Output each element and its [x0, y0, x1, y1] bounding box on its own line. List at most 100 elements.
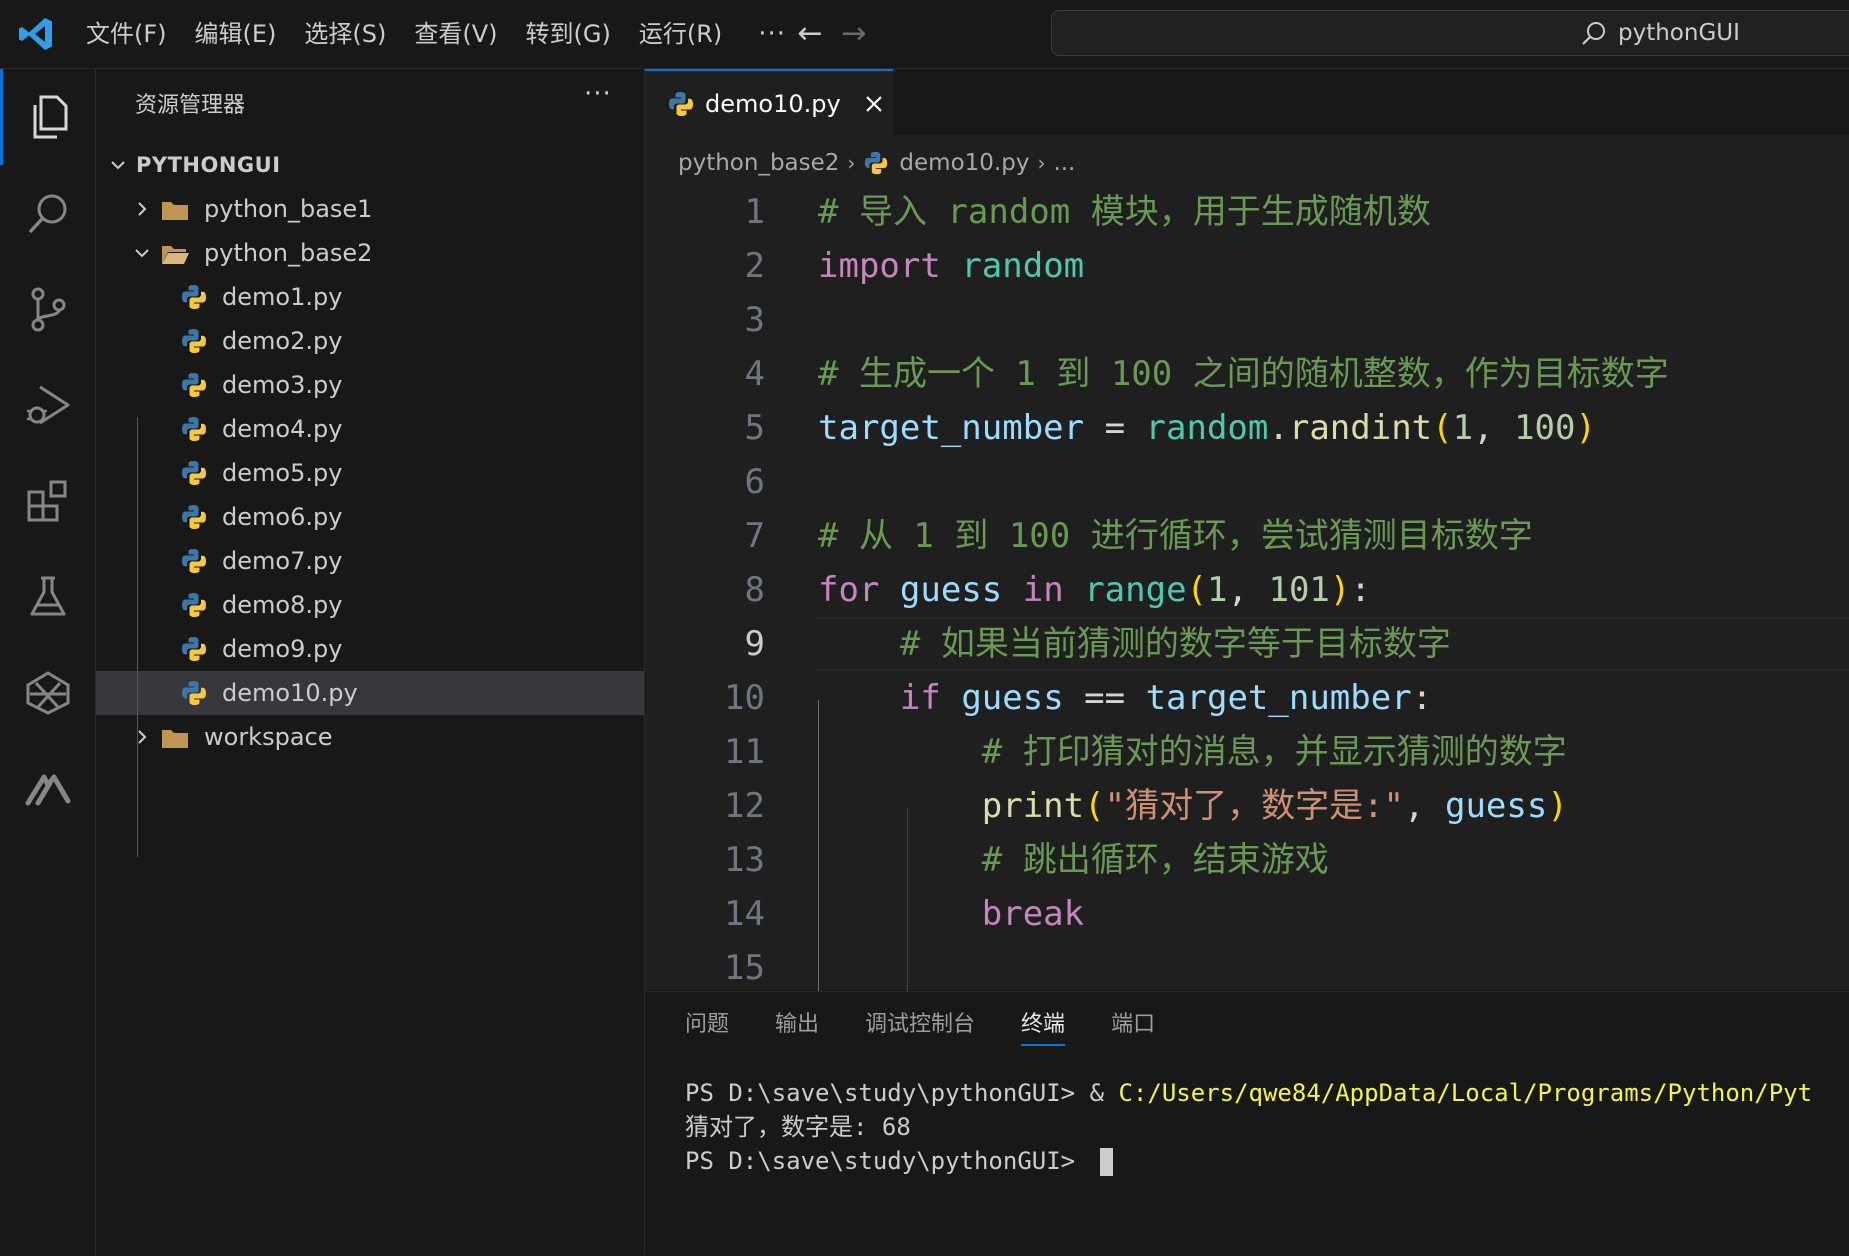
line-source: # 跳出循环，结束游戏: [818, 833, 1329, 887]
menu-item[interactable]: 编辑(E): [181, 0, 291, 68]
tab-label: demo10.py: [705, 89, 841, 118]
python-file-icon: [180, 547, 208, 575]
search-icon[interactable]: [0, 165, 95, 261]
file-item[interactable]: demo2.py: [96, 319, 644, 363]
explorer-icon[interactable]: [0, 69, 95, 165]
chevron-right-icon: ›: [1037, 151, 1046, 175]
close-icon[interactable]: [863, 93, 885, 115]
file-item[interactable]: demo5.py: [96, 451, 644, 495]
code-token: :: [1411, 678, 1433, 718]
code-editor[interactable]: python_base2 › demo10.py › ... 1 # 导入 ran…: [645, 135, 1849, 1018]
line-number: 12: [724, 786, 765, 826]
run-debug-icon[interactable]: [0, 357, 95, 453]
editor-tabs: demo10.py: [645, 69, 1849, 136]
code-token: "猜对了，数字是:": [1104, 786, 1405, 826]
file-label: demo10.py: [222, 679, 358, 707]
code-token: ): [1547, 786, 1568, 826]
breadcrumb-file[interactable]: demo10.py: [899, 150, 1029, 176]
source-control-icon[interactable]: [0, 261, 95, 357]
panel-tab[interactable]: 终端: [1021, 992, 1066, 1058]
code-token: target_number: [818, 408, 1085, 448]
code-token: random: [961, 246, 1085, 286]
file-label: demo7.py: [222, 547, 343, 575]
explorer-title: 资源管理器: [135, 93, 246, 118]
python-file-icon: [180, 459, 208, 487]
code-token: if: [899, 678, 941, 718]
file-label: demo5.py: [222, 459, 343, 487]
explorer-more-icon[interactable]: ···: [584, 79, 612, 109]
code-line: 4 # 生成一个 1 到 100 之间的随机整数，作为目标数字: [645, 347, 1849, 401]
code-token: guess: [899, 570, 1003, 610]
code-token: # 打印猜对的消息，并显示猜测的数字: [981, 732, 1567, 772]
code-token: ): [1329, 570, 1351, 610]
file-label: demo1.py: [222, 283, 343, 311]
python-file-icon: [180, 679, 208, 707]
code-token: ==: [1063, 678, 1146, 718]
line-source: break: [818, 887, 1084, 941]
terminal[interactable]: PS D:\save\study\pythonGUI> & C:/Users/q…: [685, 1076, 1812, 1178]
testing-icon[interactable]: [0, 549, 95, 645]
code-token: # 如果当前猜测的数字等于目标数字: [899, 624, 1451, 664]
panel-tab[interactable]: 输出: [775, 992, 819, 1058]
tree-root-pythongui[interactable]: PYTHONGUI: [96, 143, 644, 187]
code-token: ): [1575, 408, 1596, 448]
line-number: 9: [744, 624, 765, 664]
tab-demo10[interactable]: demo10.py: [645, 69, 893, 136]
folder-python-base1[interactable]: python_base1: [96, 187, 644, 231]
menu-item[interactable]: 选择(S): [290, 0, 400, 68]
breadcrumb-symbols[interactable]: ...: [1053, 150, 1075, 176]
chevron-right-icon: ›: [847, 151, 856, 175]
line-number: 10: [724, 678, 765, 718]
indent-guide: [137, 417, 138, 857]
menu-item[interactable]: 转到(G): [512, 0, 625, 68]
terminal-line: PS D:\save\study\pythonGUI> & C:/Users/q…: [685, 1076, 1812, 1110]
line-source: if guess == target_number:: [818, 671, 1432, 725]
terminal-prompt: PS D:\save\study\pythonGUI>: [685, 1147, 1090, 1175]
folder-label: python_base2: [204, 239, 373, 267]
terminal-cursor: [1099, 1148, 1113, 1176]
code-token: guess: [1444, 786, 1548, 826]
file-item[interactable]: demo10.py: [96, 671, 644, 715]
copilot-icon[interactable]: [0, 741, 95, 837]
folder-python-base2[interactable]: python_base2: [96, 231, 644, 275]
menu-item[interactable]: 运行(R): [625, 0, 736, 68]
code-line: 12 print("猜对了，数字是:", guess): [645, 779, 1849, 833]
code-line: 6: [645, 455, 1849, 509]
file-item[interactable]: demo9.py: [96, 627, 644, 671]
line-number: 14: [724, 894, 765, 934]
folder-workspace[interactable]: workspace: [96, 715, 644, 759]
line-source: # 打印猜对的消息，并显示猜测的数字: [818, 725, 1567, 779]
line-source: import random: [818, 239, 1084, 293]
menu-item[interactable]: 文件(F): [72, 0, 181, 68]
breadcrumb-folder[interactable]: python_base2: [678, 150, 839, 176]
command-center-search[interactable]: pythonGUI: [1051, 10, 1849, 56]
forward-arrow-icon[interactable]: →: [836, 14, 872, 54]
panel-tab[interactable]: 端口: [1111, 992, 1155, 1058]
line-number: 1: [744, 192, 765, 232]
file-item[interactable]: demo4.py: [96, 407, 644, 451]
code-token: 1: [1207, 570, 1228, 610]
menu-bar: 文件(F) 编辑(E) 选择(S) 查看(V) 转到(G) 运行(R) ···: [72, 0, 808, 68]
file-item[interactable]: demo3.py: [96, 363, 644, 407]
terminal-output: 猜对了，数字是: 68: [685, 1113, 911, 1141]
code-line: 10 if guess == target_number:: [645, 671, 1849, 725]
file-item[interactable]: demo6.py: [96, 495, 644, 539]
remote-icon[interactable]: [0, 645, 95, 741]
file-item[interactable]: demo8.py: [96, 583, 644, 627]
file-item[interactable]: demo1.py: [96, 275, 644, 319]
file-item[interactable]: demo7.py: [96, 539, 644, 583]
code-token: # 从 1 到 100 进行循环，尝试猜测目标数字: [818, 516, 1533, 556]
vscode-window: 文件(F) 编辑(E) 选择(S) 查看(V) 转到(G) 运行(R) ··· ← → py…: [0, 0, 1849, 1256]
file-label: demo9.py: [222, 635, 343, 663]
menu-item[interactable]: 查看(V): [400, 0, 511, 68]
file-label: demo2.py: [222, 327, 343, 355]
code-token: ,: [1473, 408, 1515, 448]
panel-tab[interactable]: 调试控制台: [865, 992, 975, 1058]
extensions-icon[interactable]: [0, 453, 95, 549]
back-arrow-icon[interactable]: ←: [792, 14, 828, 54]
panel-tab[interactable]: 问题: [685, 992, 729, 1058]
